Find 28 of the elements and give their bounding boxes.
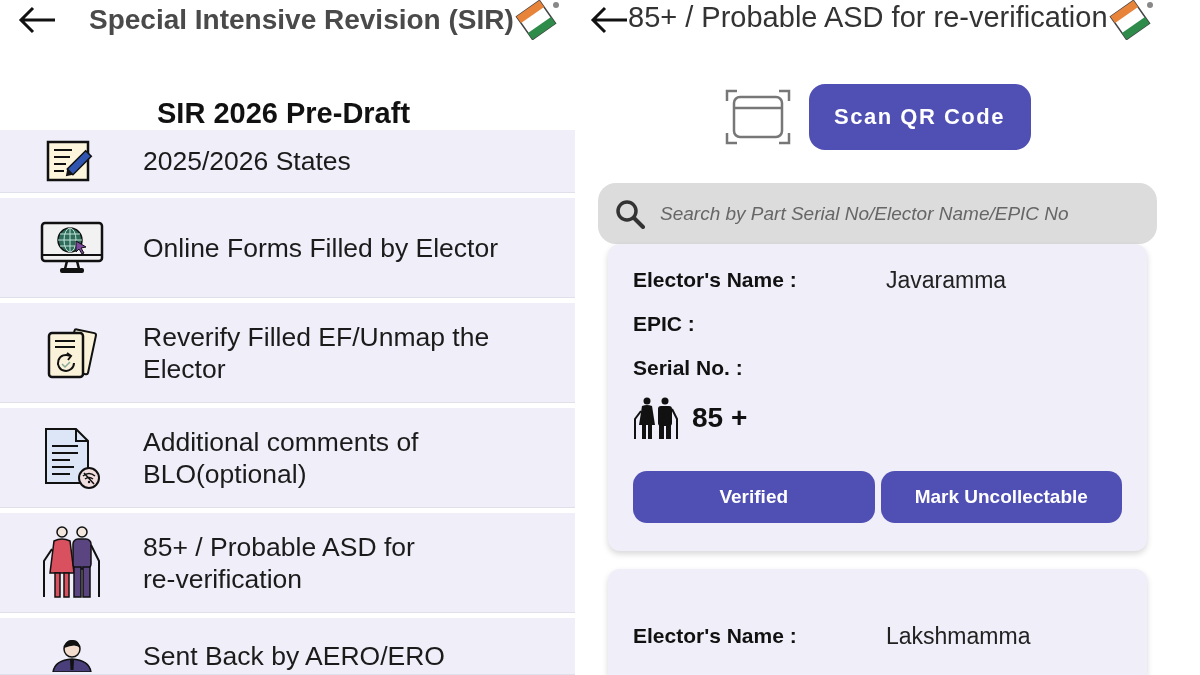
screen-title: 85+ / Probable ASD for re-verification (628, 0, 1108, 34)
menu-item[interactable]: 85+ / Probable ASD for re-verification (0, 513, 575, 613)
monitor-globe-icon (39, 220, 104, 275)
screen-title: Special Intensive Revision (SIR) (89, 4, 514, 36)
search-input[interactable]: Search by Part Serial No/Elector Name/EPIC No (660, 193, 1157, 234)
action-button[interactable]: Verified (633, 471, 875, 523)
menu-item[interactable]: Online Forms Filled by Elector (0, 198, 575, 298)
field-label: Serial No. : (633, 356, 743, 380)
document-wifi-icon (42, 425, 101, 490)
menu-item[interactable]: 2025/2026 States (0, 130, 575, 193)
field-label: Elector's Name : (633, 624, 797, 648)
action-button[interactable]: Mark Uncollectable (880, 471, 1122, 523)
back-arrow-icon[interactable] (590, 6, 628, 34)
section-heading: SIR 2026 Pre-Draft (157, 96, 411, 130)
scan-frame-icon[interactable] (724, 89, 791, 145)
menu-item[interactable]: Additional comments of BLO(optional) (0, 408, 575, 508)
field-label: EPIC : (633, 312, 695, 336)
scan-qr-button[interactable]: Scan QR Code (808, 84, 1031, 150)
field-value: Javaramma (886, 266, 1007, 294)
search-field[interactable]: Search by Part Serial No/Elector Name/EPIC No (598, 183, 1157, 244)
search-icon (615, 198, 645, 229)
field-value: Lakshmamma (886, 622, 1031, 650)
menu-item[interactable]: Reverify Filled EF/Unmap the Elector (0, 303, 575, 403)
age-group-label: 85 + (692, 402, 748, 434)
field-label: Elector's Name : (633, 268, 797, 292)
elderly-couple-icon (633, 397, 679, 439)
back-arrow-icon[interactable] (18, 6, 56, 34)
menu-item[interactable]: Sent Back by AERO/ERO (0, 618, 575, 675)
